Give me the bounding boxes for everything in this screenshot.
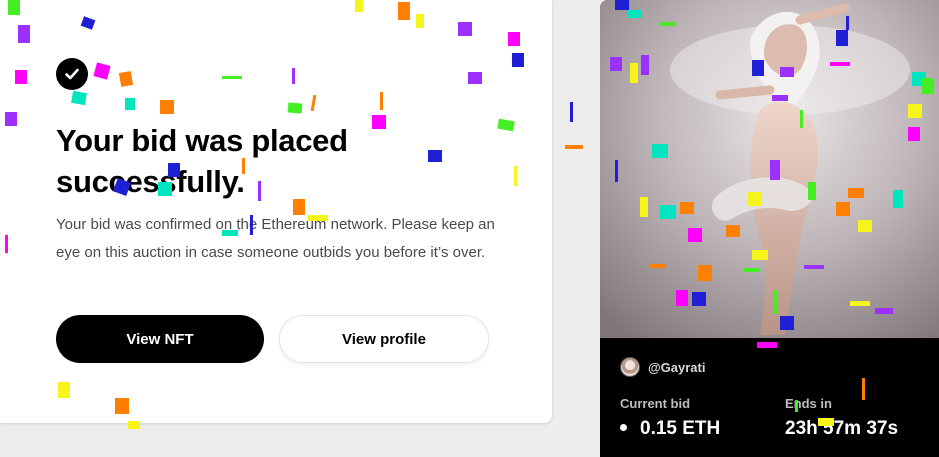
nft-preview-card[interactable]: @Gayrati Current bid 0.15 ETH Ends in 23… (600, 0, 939, 457)
nft-artwork-image[interactable] (600, 0, 939, 338)
bid-confirmation-card: Your bid was placed successfully. Your b… (0, 0, 552, 423)
ends-in-value: 23h 57m 37s (785, 418, 899, 439)
ends-in-label: Ends in (785, 396, 832, 411)
ethereum-icon (620, 424, 627, 431)
confirmation-title: Your bid was placed successfully. (56, 123, 348, 199)
confirmation-message: Your bid was confirmed on the Ethereum n… (56, 216, 495, 261)
creator-avatar[interactable] (620, 357, 640, 377)
creator-info[interactable]: @Gayrati (620, 357, 705, 377)
check-circle-icon (56, 58, 88, 90)
current-bid-label: Current bid (620, 396, 691, 411)
current-bid-value: 0.15 ETH (640, 418, 721, 439)
creator-username[interactable]: @Gayrati (648, 360, 705, 375)
view-profile-button[interactable]: View profile (279, 315, 489, 363)
confetti-piece (565, 145, 583, 149)
confetti-piece (570, 102, 573, 122)
view-nft-button[interactable]: View NFT (56, 315, 264, 363)
